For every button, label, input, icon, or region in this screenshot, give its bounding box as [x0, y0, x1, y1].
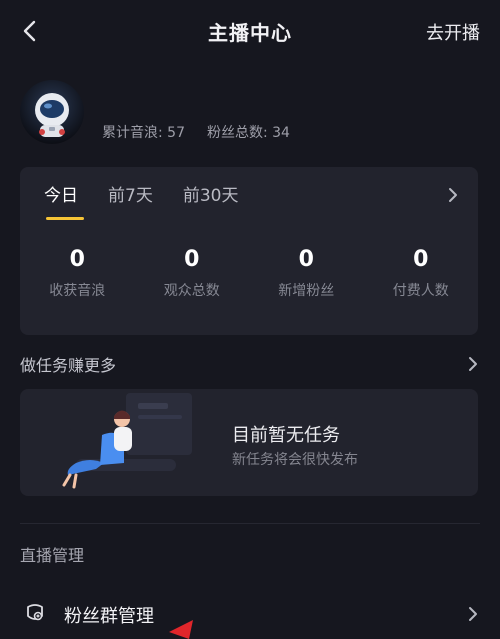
back-button[interactable] — [18, 19, 40, 43]
stat-label: 观众总数 — [163, 283, 220, 299]
chevron-left-icon — [23, 20, 36, 42]
stat-label: 新增粉丝 — [278, 283, 335, 299]
fan-group-icon — [27, 604, 43, 621]
tab-7-days[interactable]: 前7天 — [108, 181, 153, 220]
fan-group-management-item[interactable]: 粉丝群管理 — [20, 594, 480, 634]
stat-value: 0 — [69, 247, 85, 272]
stat-yinlang[interactable]: 0 收获音浪 — [20, 247, 135, 300]
period-tabs: 今日 前7天 前30天 — [44, 181, 238, 220]
total-fans-text: 粉丝总数: 34 — [206, 125, 290, 141]
stats-more-button[interactable] — [448, 187, 458, 207]
go-live-button[interactable]: 去开播 — [426, 19, 480, 45]
stat-viewers[interactable]: 0 观众总数 — [135, 247, 250, 300]
stat-payers[interactable]: 0 付费人数 — [364, 247, 479, 300]
stats-card: 今日 前7天 前30天 0 收获音浪 0 观众总数 0 新增粉丝 0 付费人数 — [20, 167, 478, 335]
red-arrow-annotation-icon — [169, 620, 193, 639]
total-yinlang-text: 累计音浪: 57 — [102, 125, 185, 141]
fan-group-management-label: 粉丝群管理 — [64, 606, 154, 627]
avatar[interactable] — [20, 80, 84, 144]
tab-30-days[interactable]: 前30天 — [183, 181, 239, 220]
live-management-title: 直播管理 — [20, 546, 85, 565]
task-empty-title: 目前暂无任务 — [232, 425, 340, 446]
page-title: 主播中心 — [208, 20, 292, 45]
relaxing-person-illustration-icon — [62, 393, 192, 489]
divider — [20, 523, 480, 524]
tasks-section-title: 做任务赚更多 — [20, 356, 117, 375]
tasks-more-button[interactable] — [468, 356, 478, 376]
stat-value: 0 — [413, 247, 429, 272]
chevron-right-icon — [469, 607, 477, 621]
stat-value: 0 — [298, 247, 314, 272]
task-empty-subtitle: 新任务将会很快发布 — [232, 452, 358, 468]
stat-value: 0 — [184, 247, 200, 272]
task-empty-card: 目前暂无任务 新任务将会很快发布 — [20, 389, 478, 496]
profile-summary: 累计音浪: 57 粉丝总数: 34 — [20, 80, 480, 146]
stat-label: 付费人数 — [392, 283, 449, 299]
stats-row: 0 收获音浪 0 观众总数 0 新增粉丝 0 付费人数 — [20, 247, 478, 300]
stat-label: 收获音浪 — [49, 283, 106, 299]
profile-stats: 累计音浪: 57 粉丝总数: 34 — [102, 122, 290, 142]
stat-new-fans[interactable]: 0 新增粉丝 — [249, 247, 364, 300]
tab-today[interactable]: 今日 — [44, 181, 84, 220]
chevron-right-icon — [469, 357, 477, 371]
top-nav-bar: 主播中心 去开播 — [0, 0, 500, 62]
chevron-right-icon — [449, 188, 457, 202]
astronaut-avatar-icon — [35, 93, 69, 137]
